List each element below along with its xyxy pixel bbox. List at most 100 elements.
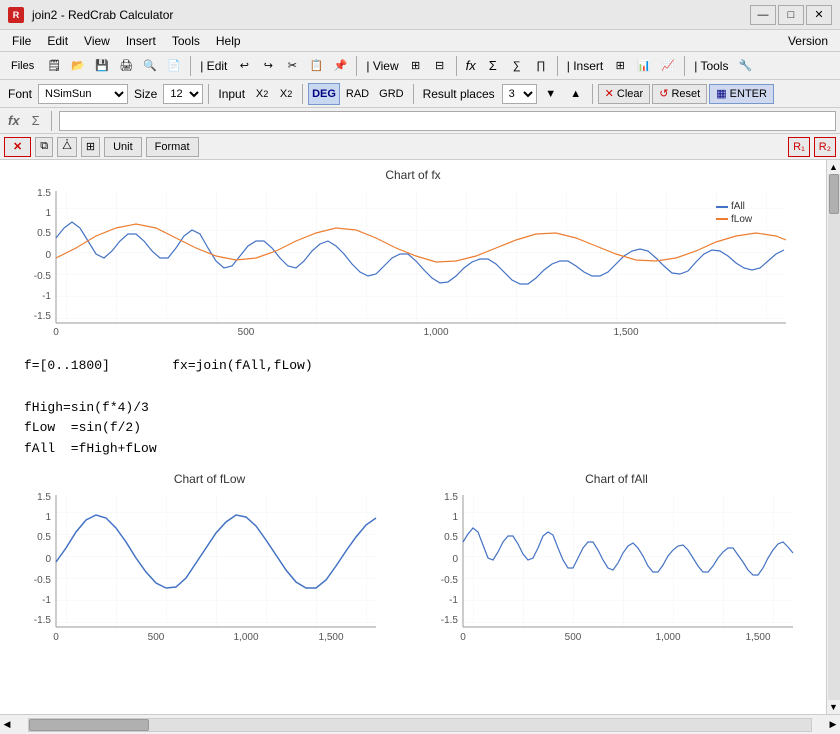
close-button[interactable]: ✕ (806, 5, 832, 25)
font-select[interactable]: NSimSun (38, 84, 128, 104)
formula-input[interactable] (59, 111, 836, 131)
h-scrollbar-track[interactable] (28, 718, 812, 732)
menu-view[interactable]: View (76, 32, 118, 50)
fx-sigma[interactable]: Σ (482, 55, 504, 77)
h-scroll-left[interactable]: ◀ (0, 718, 14, 732)
h-scrollbar-thumb[interactable] (29, 719, 149, 731)
scroll-down-button[interactable]: ▼ (827, 700, 840, 714)
insert-btn1[interactable]: ⊞ (609, 55, 631, 77)
svg-text:-1: -1 (449, 595, 458, 606)
svg-text:fAll: fAll (731, 201, 745, 212)
code-line-3: fLow =sin(f/2) (24, 418, 810, 439)
svg-text:1.5: 1.5 (37, 188, 51, 199)
svg-text:1,500: 1,500 (613, 327, 638, 338)
menu-tools[interactable]: Tools (164, 32, 208, 50)
rad-button[interactable]: RAD (342, 83, 373, 105)
scroll-up-button[interactable]: ▲ (827, 160, 840, 174)
enter-button[interactable]: ▦ ENTER (709, 84, 774, 104)
svg-text:-1.5: -1.5 (34, 615, 52, 626)
main-area: Chart of fx 1.5 1 0.5 (0, 160, 840, 714)
scroll-thumb[interactable] (829, 174, 839, 214)
svg-text:0: 0 (45, 250, 51, 261)
red-btn1[interactable]: R₁ (788, 137, 810, 157)
svg-text:500: 500 (238, 327, 255, 338)
code-line-2: fHigh=sin(f*4)/3 (24, 398, 810, 419)
result-select[interactable]: 3 (502, 84, 537, 104)
toolbar-format: Font NSimSun Size 12 Input X2 X2 DEG RAD… (0, 80, 840, 108)
chart-flow-container: Chart of fLow 1.5 1 0.5 0 -0.5 -1 -1.5 0… (16, 472, 403, 658)
menu-insert[interactable]: Insert (118, 32, 164, 50)
export-button[interactable]: 📄 (163, 55, 185, 77)
toolbar-main: Files 🗒 📂 💾 🖨 🔍 📄 | Edit ↩ ↪ ✂ 📋 📌 | Vie… (0, 52, 840, 80)
paste-button[interactable]: 📌 (329, 55, 351, 77)
files-button[interactable]: Files (4, 55, 41, 77)
workspace: Chart of fx 1.5 1 0.5 (0, 160, 826, 714)
view-btn2[interactable]: ⊟ (429, 55, 451, 77)
fx-icon: fx (4, 113, 24, 128)
red-btn2[interactable]: R₂ (814, 137, 836, 157)
view-btn1[interactable]: ⊞ (405, 55, 427, 77)
size-select[interactable]: 12 (163, 84, 203, 104)
unit-button[interactable]: Unit (104, 137, 142, 157)
x-sub-button[interactable]: X2 (275, 83, 297, 105)
svg-text:0.5: 0.5 (37, 532, 51, 543)
maximize-button[interactable]: □ (778, 5, 804, 25)
title-bar: R join2 - RedCrab Calculator — □ ✕ (0, 0, 840, 30)
menu-help[interactable]: Help (208, 32, 249, 50)
svg-text:1,000: 1,000 (233, 632, 258, 643)
copy-button[interactable]: 📋 (305, 55, 327, 77)
paste-action-button[interactable]: ⧊ (57, 137, 77, 157)
clear-button[interactable]: ✕ Clear (598, 84, 651, 104)
grd-button[interactable]: GRD (375, 83, 407, 105)
copy-action-button[interactable]: ⧉ (35, 137, 53, 157)
reset-button[interactable]: ↺ Reset (652, 84, 707, 104)
fx-sum[interactable]: ∑ (506, 55, 528, 77)
h-scroll-right[interactable]: ▶ (826, 718, 840, 732)
svg-text:-1: -1 (42, 291, 51, 302)
view-action-button[interactable]: ⊞ (81, 137, 100, 157)
svg-text:1.5: 1.5 (444, 492, 458, 503)
svg-text:1.5: 1.5 (37, 492, 51, 503)
undo-button[interactable]: ↩ (233, 55, 255, 77)
fx-pi[interactable]: ∏ (530, 55, 552, 77)
new-button[interactable]: 🗒 (43, 55, 65, 77)
tools-label: | Tools (690, 59, 732, 73)
cut-button[interactable]: ✂ (281, 55, 303, 77)
save-button[interactable]: 💾 (91, 55, 113, 77)
code-line-blank (24, 377, 810, 398)
main-chart-container: Chart of fx 1.5 1 0.5 (16, 168, 810, 344)
insert-label: | Insert (563, 59, 607, 73)
minimize-button[interactable]: — (750, 5, 776, 25)
result-up[interactable]: ▲ (565, 83, 587, 105)
svg-text:-0.5: -0.5 (441, 575, 459, 586)
chart-fall-svg: 1.5 1 0.5 0 -0.5 -1 -1.5 0 500 1,000 1,5… (423, 490, 803, 655)
menu-bar: File Edit View Insert Tools Help Version (0, 30, 840, 52)
preview-button[interactable]: 🔍 (139, 55, 161, 77)
scroll-track[interactable] (828, 174, 840, 700)
menu-version[interactable]: Version (780, 32, 836, 50)
svg-text:0.5: 0.5 (37, 228, 51, 239)
result-places: Result places 3 ▼ ▲ (419, 83, 587, 105)
x2-button[interactable]: X2 (251, 83, 273, 105)
tools-btn[interactable]: 🔧 (734, 55, 756, 77)
svg-text:-0.5: -0.5 (34, 271, 52, 282)
close-action-button[interactable]: ✕ (4, 137, 31, 157)
vertical-scrollbar[interactable]: ▲ ▼ (826, 160, 840, 714)
format-button[interactable]: Format (146, 137, 199, 157)
redo-button[interactable]: ↪ (257, 55, 279, 77)
menu-edit[interactable]: Edit (39, 32, 76, 50)
insert-btn3[interactable]: 📈 (657, 55, 679, 77)
menu-file[interactable]: File (4, 32, 39, 50)
svg-text:0: 0 (460, 632, 466, 643)
print-button[interactable]: 🖨 (115, 55, 137, 77)
code-area: f=[0..1800] fx=join(fAll,fLow) fHigh=sin… (16, 356, 810, 460)
result-down[interactable]: ▼ (540, 83, 562, 105)
deg-button[interactable]: DEG (308, 83, 340, 105)
fx-label: fx (462, 58, 480, 73)
svg-text:1,500: 1,500 (745, 632, 770, 643)
insert-btn2[interactable]: 📊 (633, 55, 655, 77)
result-label: Result places (419, 87, 499, 101)
code-line-1: f=[0..1800] fx=join(fAll,fLow) (24, 356, 810, 377)
svg-text:0: 0 (45, 554, 51, 565)
open-button[interactable]: 📂 (67, 55, 89, 77)
